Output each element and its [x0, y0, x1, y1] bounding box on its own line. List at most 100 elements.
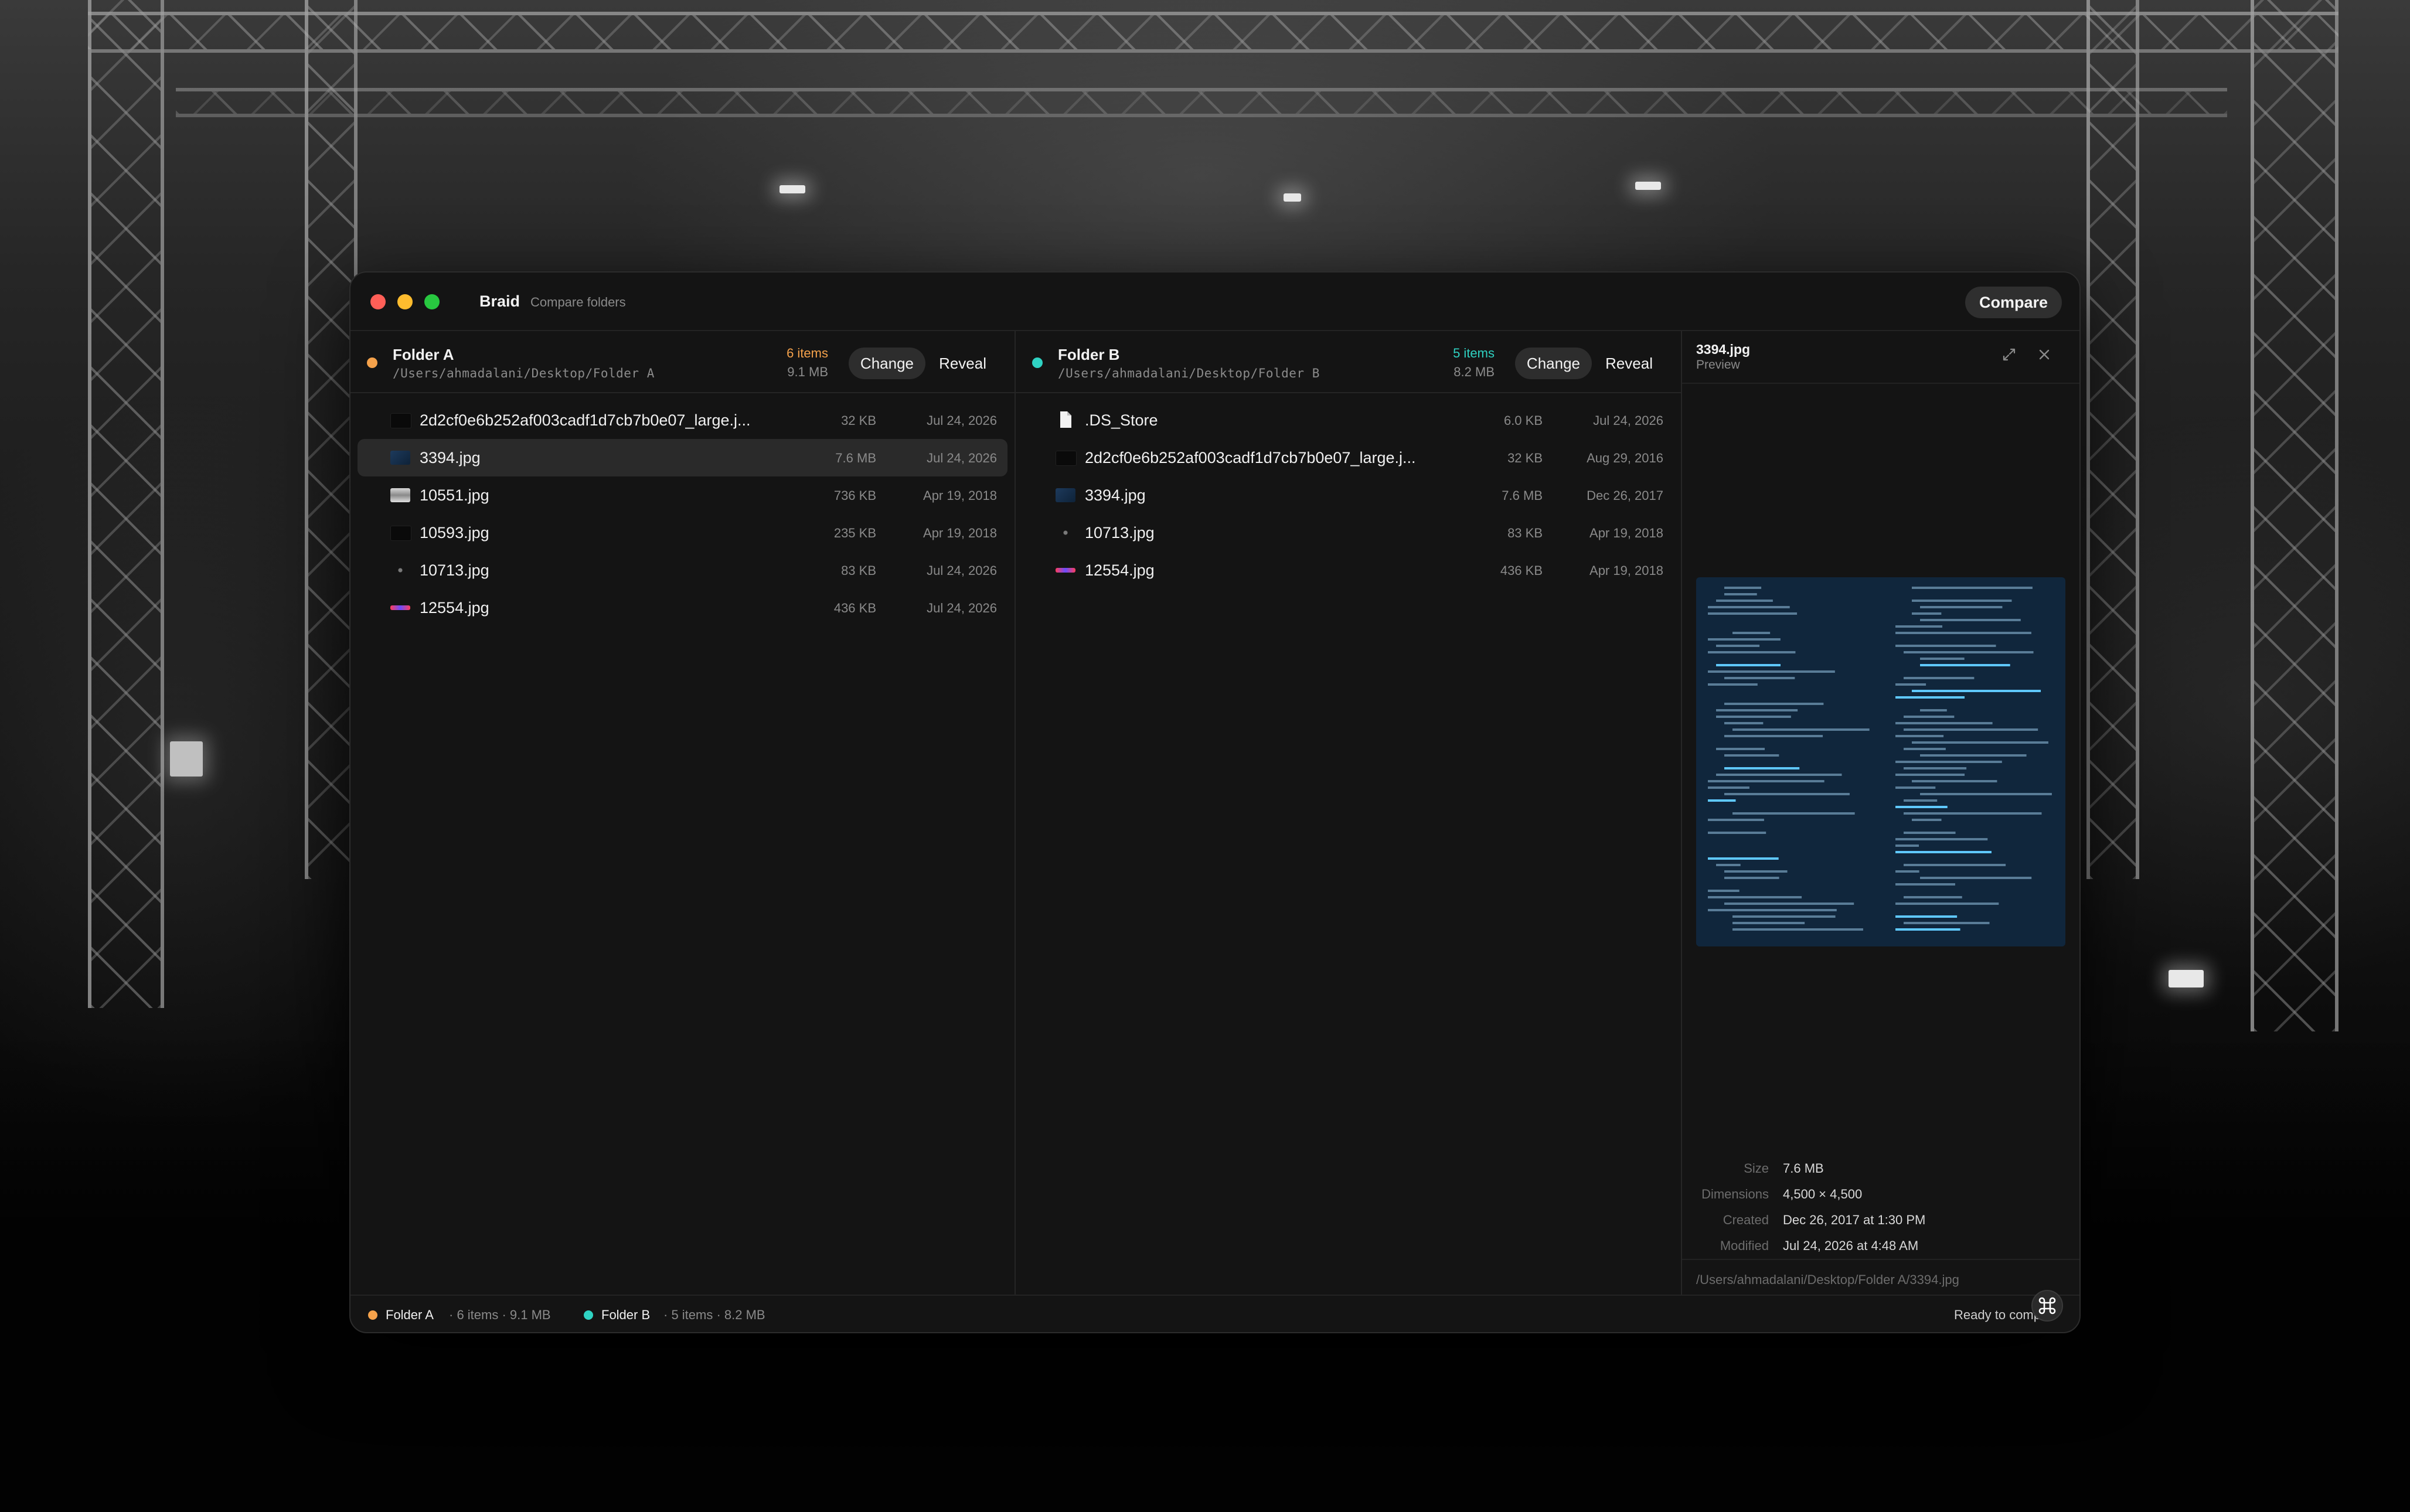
folder-b-color-dot — [1032, 357, 1043, 368]
metadata-value: 7.6 MB — [1783, 1161, 1824, 1176]
file-name: 12554.jpg — [420, 599, 489, 617]
file-name: 10551.jpg — [420, 486, 489, 504]
file-date: Jul 24, 2026 — [927, 601, 997, 615]
file-size: 736 KB — [833, 488, 876, 503]
metadata-row: Dimensions 4,500 × 4,500 — [1682, 1187, 2079, 1210]
status-folder-b-meta: · 5 items · 8.2 MB — [663, 1307, 765, 1322]
file-size: 235 KB — [833, 526, 876, 540]
metadata-key: Modified — [1720, 1238, 1769, 1253]
status-folder-a-meta: · 6 items · 9.1 MB — [449, 1307, 551, 1322]
file-name: 10713.jpg — [1085, 524, 1155, 542]
metadata-value: 4,500 × 4,500 — [1783, 1187, 1863, 1201]
status-message: Ready to comp — [1954, 1307, 2041, 1322]
file-thumbnail — [390, 413, 411, 428]
file-size: 7.6 MB — [835, 451, 876, 465]
app-window: Braid Compare folders Compare Folder A /… — [349, 271, 2081, 1333]
folder-b-file-row[interactable]: 12554.jpg 436 KB Apr 19, 2018 — [1023, 551, 1674, 589]
file-name: .DS_Store — [1085, 411, 1158, 429]
file-date: Jul 24, 2026 — [927, 413, 997, 428]
file-thumbnail — [1056, 568, 1075, 573]
minimize-window-button[interactable] — [397, 294, 413, 309]
stage-truss — [2251, 0, 2338, 1031]
folder-b-file-row[interactable]: 2d2cf0e6b252af003cadf1d7cb7b0e07_large.j… — [1023, 439, 1674, 476]
metadata-key: Size — [1744, 1161, 1769, 1176]
file-date: Jul 24, 2026 — [1593, 413, 1663, 428]
file-thumbnail — [390, 563, 410, 577]
status-folder-a-name: Folder A — [386, 1307, 434, 1322]
file-date: Jul 24, 2026 — [927, 451, 997, 465]
metadata-row: Modified Jul 24, 2026 at 4:48 AM — [1682, 1238, 2079, 1262]
document-icon — [1056, 411, 1075, 428]
stage-truss — [88, 0, 164, 1008]
folder-a-name: Folder A — [393, 346, 454, 363]
file-date: Apr 19, 2018 — [1589, 563, 1663, 578]
folder-b-size: 8.2 MB — [1454, 365, 1495, 379]
folder-b-file-list: .DS_Store 6.0 KB Jul 24, 2026 2d2cf0e6b252a… — [1023, 401, 1674, 589]
folder-a-file-row[interactable]: 10551.jpg 736 KB Apr 19, 2018 — [358, 476, 1007, 514]
file-thumbnail — [390, 605, 410, 610]
metadata-row: Size 7.6 MB — [1682, 1161, 2079, 1184]
metadata-value: Dec 26, 2017 at 1:30 PM — [1783, 1213, 1926, 1227]
file-size: 83 KB — [841, 563, 876, 578]
file-name: 2d2cf0e6b252af003cadf1d7cb7b0e07_large.j… — [1085, 449, 1416, 466]
file-name: 2d2cf0e6b252af003cadf1d7cb7b0e07_large.j… — [420, 411, 751, 429]
folder-a-pane: Folder A /Users/ahmadalani/Desktop/Folde… — [350, 331, 1016, 1295]
file-name: 10593.jpg — [420, 524, 489, 542]
file-name: 10713.jpg — [420, 561, 489, 579]
app-title: Braid — [479, 292, 520, 310]
folder-b-item-count: 5 items — [1453, 346, 1495, 360]
preview-divider — [1682, 383, 2079, 384]
metadata-key: Created — [1723, 1213, 1769, 1227]
title-bar: Braid Compare folders Compare — [350, 273, 2079, 331]
folder-a-item-count: 6 items — [787, 346, 828, 360]
file-date: Apr 19, 2018 — [923, 488, 997, 503]
zoom-window-button[interactable] — [424, 294, 440, 309]
file-size: 436 KB — [1500, 563, 1543, 578]
folder-b-pane: Folder B /Users/ahmadalani/Desktop/Folde… — [1016, 331, 1682, 1295]
folder-a-reveal-button[interactable]: Reveal — [927, 348, 998, 379]
metadata-row: Created Dec 26, 2017 at 1:30 PM — [1682, 1213, 2079, 1236]
stage-light — [1635, 182, 1661, 190]
app-subtitle: Compare folders — [530, 295, 626, 309]
file-thumbnail — [390, 488, 410, 502]
file-thumbnail — [390, 526, 411, 541]
compare-button[interactable]: Compare — [1965, 287, 2062, 318]
command-button[interactable] — [2031, 1290, 2063, 1322]
folder-a-file-row[interactable]: 3394.jpg 7.6 MB Jul 24, 2026 — [358, 439, 1007, 476]
folder-a-file-row[interactable]: 10713.jpg 83 KB Jul 24, 2026 — [358, 551, 1007, 589]
folder-a-path: /Users/ahmadalani/Desktop/Folder A — [393, 366, 655, 380]
preview-path-divider — [1682, 1259, 2079, 1260]
folder-a-file-row[interactable]: 10593.jpg 235 KB Apr 19, 2018 — [358, 514, 1007, 551]
preview-panel: 3394.jpg Preview Size 7.6 MB Dimensions 4,5… — [1682, 331, 2079, 1295]
folder-b-change-button[interactable]: Change — [1514, 348, 1592, 379]
file-size: 7.6 MB — [1502, 488, 1543, 503]
command-icon — [2038, 1297, 2056, 1315]
stage-truss — [2086, 0, 2139, 879]
stage-light — [779, 185, 805, 193]
status-folder-a-dot — [368, 1310, 377, 1320]
folder-a-file-row[interactable]: 12554.jpg 436 KB Jul 24, 2026 — [358, 589, 1007, 626]
close-icon[interactable] — [2034, 344, 2055, 365]
folder-b-file-row[interactable]: .DS_Store 6.0 KB Jul 24, 2026 — [1023, 401, 1674, 439]
preview-subtitle: Preview — [1696, 358, 1740, 372]
stage-light — [1284, 193, 1301, 202]
file-size: 32 KB — [841, 413, 876, 428]
folder-a-change-button[interactable]: Change — [848, 348, 925, 379]
folder-b-reveal-button[interactable]: Reveal — [1594, 348, 1664, 379]
folder-a-size: 9.1 MB — [787, 365, 828, 379]
preview-file-path: /Users/ahmadalani/Desktop/Folder A/3394.… — [1696, 1272, 1959, 1287]
close-window-button[interactable] — [370, 294, 386, 309]
folder-b-header: Folder B /Users/ahmadalani/Desktop/Folde… — [1016, 331, 1681, 393]
folder-b-file-row[interactable]: 10713.jpg 83 KB Apr 19, 2018 — [1023, 514, 1674, 551]
folder-a-file-row[interactable]: 2d2cf0e6b252af003cadf1d7cb7b0e07_large.j… — [358, 401, 1007, 439]
expand-icon[interactable] — [1999, 344, 2020, 365]
file-date: Apr 19, 2018 — [923, 526, 997, 540]
folder-a-file-list: 2d2cf0e6b252af003cadf1d7cb7b0e07_large.j… — [358, 401, 1007, 626]
file-date: Jul 24, 2026 — [927, 563, 997, 578]
stage-light — [2169, 970, 2204, 987]
folder-b-name: Folder B — [1058, 346, 1120, 363]
folder-b-file-row[interactable]: 3394.jpg 7.6 MB Dec 26, 2017 — [1023, 476, 1674, 514]
file-thumbnail — [390, 451, 410, 465]
metadata-key: Dimensions — [1701, 1187, 1769, 1201]
file-date: Dec 26, 2017 — [1587, 488, 1663, 503]
